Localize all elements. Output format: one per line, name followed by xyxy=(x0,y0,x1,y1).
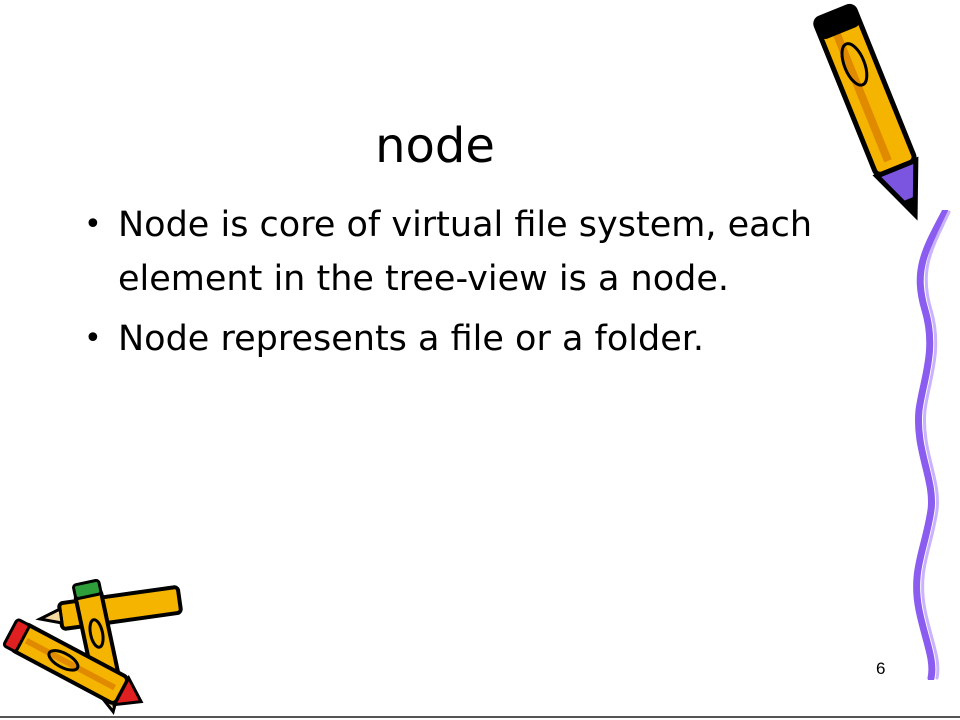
bullet-item: • Node represents a file or a folder. xyxy=(78,312,838,366)
bullet-list: • Node is core of virtual file system, e… xyxy=(78,198,838,372)
page-number: 6 xyxy=(876,659,886,678)
bullet-marker: • xyxy=(84,321,102,356)
slide-title: node xyxy=(375,118,495,174)
bullet-marker: • xyxy=(84,207,102,242)
bottom-divider xyxy=(0,716,960,718)
bullet-text: Node represents a file or a folder. xyxy=(118,319,705,359)
bullet-text: Node is core of virtual file system, eac… xyxy=(118,205,813,299)
wavy-ribbon-decoration xyxy=(913,210,951,680)
pencils-clipart-icon xyxy=(2,578,183,715)
slide: node • Node is core of virtual file syst… xyxy=(0,0,960,720)
pencil-clipart-icon xyxy=(813,3,919,221)
bullet-item: • Node is core of virtual file system, e… xyxy=(78,198,838,306)
